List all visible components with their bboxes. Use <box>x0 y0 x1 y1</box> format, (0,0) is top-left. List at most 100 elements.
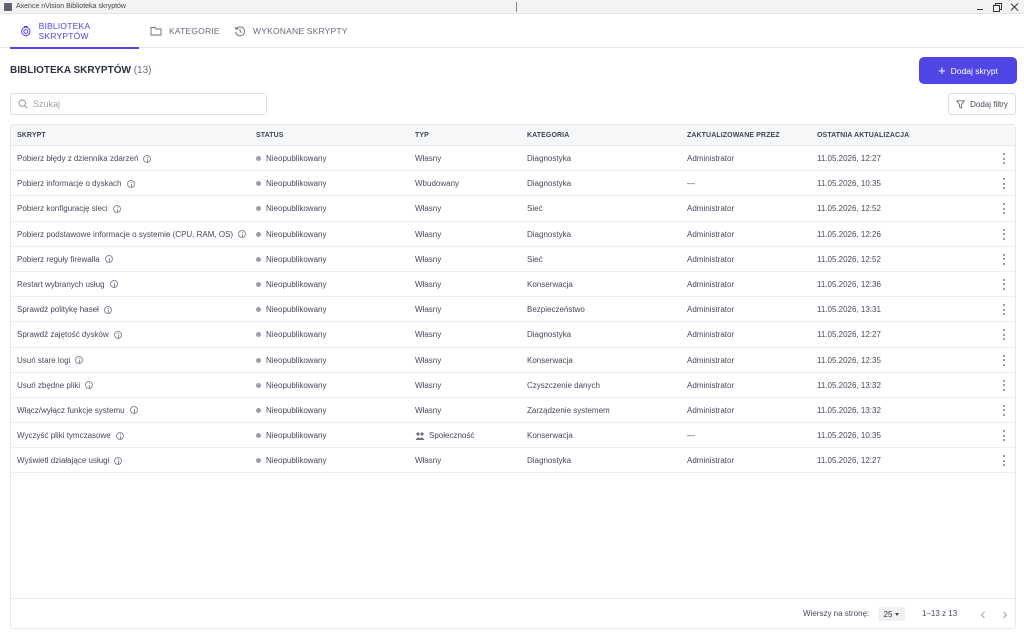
script-name[interactable]: Restart wybranych usług <box>17 272 105 297</box>
close-icon[interactable] <box>1010 3 1018 11</box>
search-icon <box>18 99 28 109</box>
cell-updated-by: Administrator <box>687 405 735 415</box>
script-name[interactable]: Pobierz podstawowe informacje o systemie… <box>17 222 233 247</box>
cell-script-name[interactable]: Pobierz błędy z dziennika zdarzeń <box>17 146 152 171</box>
row-actions-menu-icon[interactable] <box>999 153 1009 164</box>
cell-script-name[interactable]: Wyświetl działające usługi <box>17 448 123 473</box>
script-name[interactable]: Usuń zbędne pliki <box>17 373 80 398</box>
chevron-left-icon <box>980 611 985 619</box>
cell-script-name[interactable]: Wyczyść pliki tymczasowe <box>17 423 124 448</box>
row-actions-menu-icon[interactable] <box>999 304 1009 316</box>
status-text: Nieopublikowany <box>266 179 327 189</box>
row-actions-menu-icon[interactable] <box>999 253 1009 265</box>
cell-script-name[interactable]: Włącz/wyłącz funkcje systemu <box>17 398 138 423</box>
status-text: Nieopublikowany <box>266 380 327 390</box>
row-actions-menu-icon[interactable] <box>999 228 1009 240</box>
table-row[interactable]: Pobierz błędy z dziennika zdarzeń Nieopub… <box>11 146 1015 172</box>
add-script-button[interactable]: + Dodaj skrypt <box>919 57 1017 84</box>
column-header-status[interactable]: STATUS <box>256 125 284 146</box>
column-header-updated-by[interactable]: ZAKTUALIZOWANE PRZEZ <box>687 125 780 146</box>
type-text: Własny <box>415 229 442 239</box>
row-actions-menu-icon[interactable] <box>999 278 1009 290</box>
cell-script-name[interactable]: Usuń zbędne pliki <box>17 373 94 398</box>
cell-script-name[interactable]: Pobierz podstawowe informacje o systemie… <box>17 222 247 247</box>
script-name[interactable]: Pobierz informacje o dyskach <box>17 171 122 196</box>
info-icon[interactable] <box>75 356 84 364</box>
table-row[interactable]: Pobierz reguły firewalla Nieopublikowany W… <box>11 247 1015 272</box>
add-filters-button[interactable]: Dodaj filtry <box>948 93 1016 115</box>
cell-last-update: 11.05.2026, 12:35 <box>817 355 881 365</box>
row-actions-menu-icon[interactable] <box>999 455 1009 467</box>
row-actions-menu-icon[interactable] <box>999 178 1009 190</box>
table-row[interactable]: Restart wybranych usług Nieopublikowany Wł… <box>11 272 1015 298</box>
info-icon[interactable] <box>112 204 121 213</box>
tab-executed-scripts[interactable]: WYKONANE SKRYPTY <box>234 14 348 48</box>
table-row[interactable]: Pobierz konfigurację sieci Nieopublikowan… <box>11 196 1015 222</box>
cell-script-name[interactable]: Pobierz konfigurację sieci <box>17 196 121 221</box>
table-row[interactable]: Wyczyść pliki tymczasowe Nieopublikowany S… <box>11 423 1015 449</box>
cell-script-name[interactable]: Pobierz informacje o dyskach <box>17 171 135 196</box>
rows-per-page-select[interactable]: 25 <box>878 607 905 621</box>
table-row[interactable]: Wyświetl działające usługi Nieopublikowan… <box>11 448 1015 474</box>
row-actions-menu-icon[interactable] <box>999 430 1009 442</box>
info-icon[interactable] <box>143 154 152 163</box>
restore-icon[interactable] <box>993 3 1002 12</box>
cell-script-name[interactable]: Sprawdź zajętość dysków <box>17 322 122 347</box>
menu-dot <box>1003 333 1005 336</box>
script-name[interactable]: Pobierz błędy z dziennika zdarzeń <box>17 146 138 171</box>
cell-script-name[interactable]: Sprawdź politykę haseł <box>17 297 112 322</box>
menu-dot <box>1003 439 1005 442</box>
cell-script-name[interactable]: Restart wybranych usług <box>17 272 118 297</box>
previous-page-button[interactable] <box>977 608 989 620</box>
script-name[interactable]: Usuń stare logi <box>17 348 70 373</box>
script-name[interactable]: Wyczyść pliki tymczasowe <box>17 423 111 448</box>
table-row[interactable]: Sprawdź politykę haseł Nieopublikowany Wła… <box>11 297 1015 323</box>
cell-category: Diagnostyka <box>527 179 572 189</box>
row-actions-menu-icon[interactable] <box>999 203 1009 215</box>
column-header-script[interactable]: SKRYPT <box>17 125 46 146</box>
table-row[interactable]: Usuń zbędne pliki Nieopublikowany Własny Cz… <box>11 373 1015 398</box>
folder-icon <box>150 27 162 36</box>
info-icon[interactable] <box>238 230 247 239</box>
info-icon[interactable] <box>109 280 118 289</box>
minimize-icon[interactable] <box>976 3 984 11</box>
cell-category: Diagnostyka <box>527 229 572 239</box>
script-name[interactable]: Pobierz reguły firewalla <box>17 247 100 272</box>
table-row[interactable]: Usuń stare logi Nieopublikowany Własny Kons… <box>11 348 1015 373</box>
row-actions-menu-icon[interactable] <box>999 404 1009 416</box>
column-header-category[interactable]: KATEGORIA <box>527 125 569 146</box>
tab-script-library[interactable]: BIBLIOTEKA SKRYPTÓW <box>10 14 139 49</box>
script-name[interactable]: Sprawdź politykę haseł <box>17 297 99 322</box>
info-icon[interactable] <box>114 456 123 465</box>
cell-last-update: 11.05.2026, 12:27 <box>817 330 881 340</box>
next-page-button[interactable] <box>999 608 1011 620</box>
script-name[interactable]: Włącz/wyłącz funkcje systemu <box>17 398 125 423</box>
cell-type: Własny <box>415 297 441 322</box>
row-actions-menu-icon[interactable] <box>999 354 1009 366</box>
table-row[interactable]: Sprawdź zajętość dysków Nieopublikowany Wł… <box>11 322 1015 348</box>
column-header-last-update[interactable]: OSTATNIA AKTUALIZACJA <box>817 125 909 146</box>
search-input[interactable] <box>33 99 253 109</box>
row-actions-menu-icon[interactable] <box>999 379 1009 391</box>
info-icon[interactable] <box>104 255 113 264</box>
tab-categories[interactable]: KATEGORIE <box>150 14 220 48</box>
info-icon[interactable] <box>115 431 124 440</box>
table-row[interactable]: Pobierz podstawowe informacje o systemie… <box>11 222 1015 247</box>
info-icon[interactable] <box>113 330 122 339</box>
info-icon[interactable] <box>129 406 138 415</box>
column-header-type[interactable]: TYP <box>415 125 429 146</box>
cell-script-name[interactable]: Pobierz reguły firewalla <box>17 247 113 272</box>
cell-script-name[interactable]: Usuń stare logi <box>17 348 84 373</box>
info-icon[interactable] <box>103 305 112 314</box>
info-icon[interactable] <box>85 381 94 390</box>
status-dot-icon <box>256 256 261 262</box>
script-name[interactable]: Pobierz konfigurację sieci <box>17 196 108 221</box>
menu-dot <box>1003 338 1005 341</box>
script-name[interactable]: Sprawdź zajętość dysków <box>17 322 109 347</box>
row-actions-menu-icon[interactable] <box>999 329 1009 341</box>
script-name[interactable]: Wyświetl działające usługi <box>17 448 109 473</box>
table-row[interactable]: Włącz/wyłącz funkcje systemu Nieopublikow… <box>11 398 1015 424</box>
table-row[interactable]: Pobierz informacje o dyskach Nieopublikow… <box>11 171 1015 197</box>
info-icon[interactable] <box>126 179 135 188</box>
search-box[interactable] <box>10 93 267 115</box>
